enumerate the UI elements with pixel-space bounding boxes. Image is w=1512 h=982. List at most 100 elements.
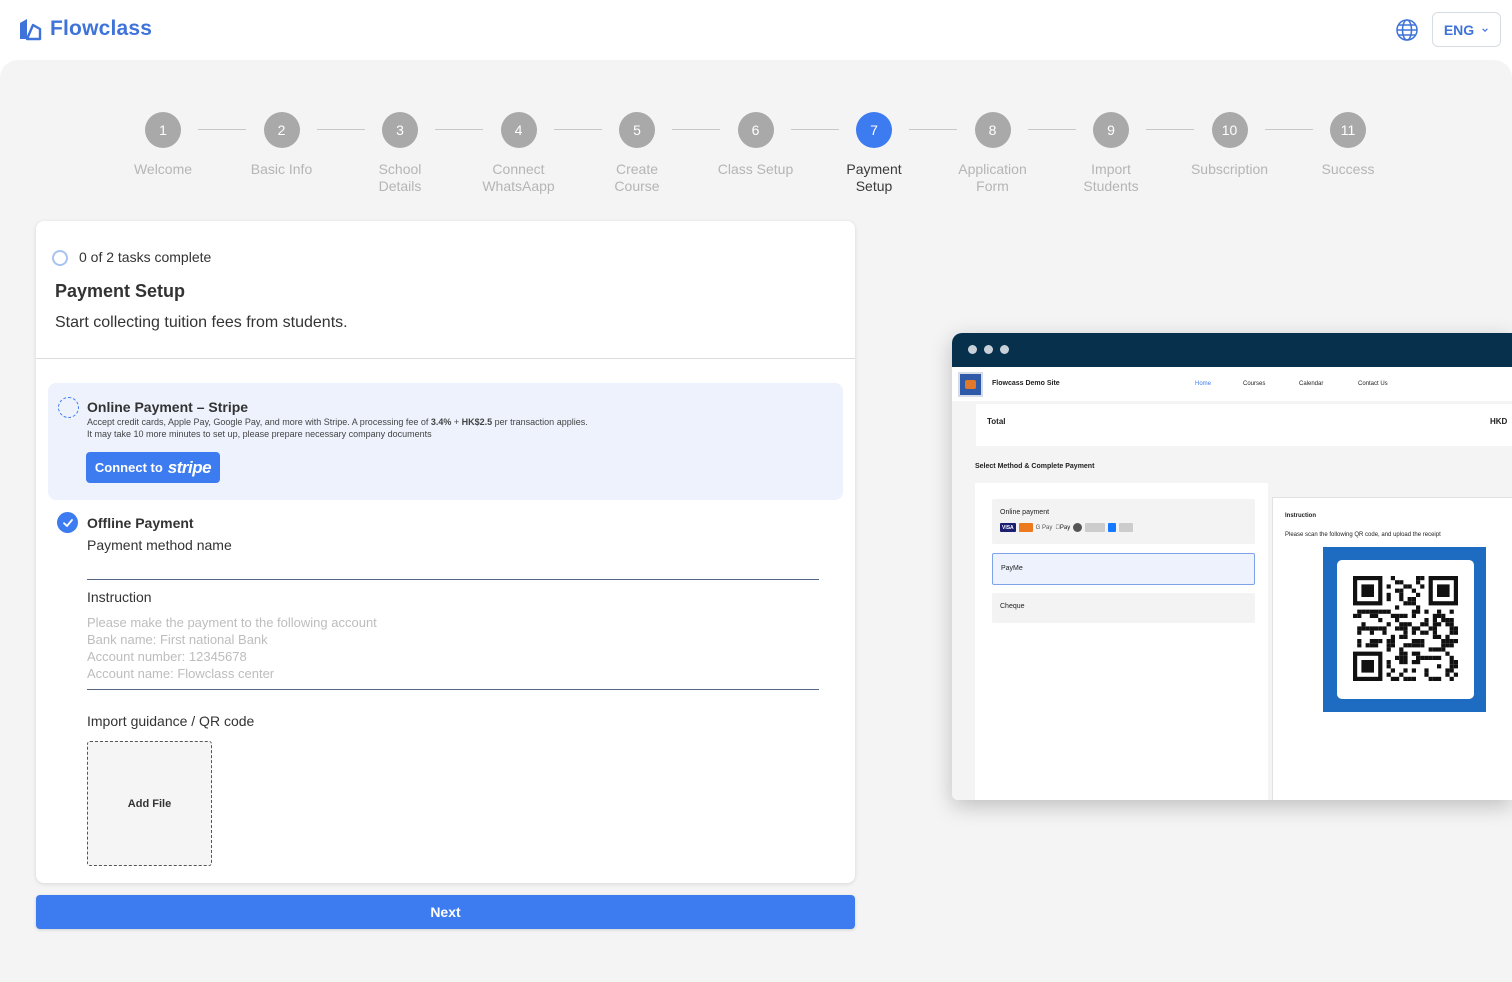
instruction-label: Instruction xyxy=(87,589,152,605)
google-pay-icon: G Pay xyxy=(1035,524,1053,531)
preview-select-method: Select Method & Complete Payment xyxy=(975,463,1095,470)
step-label: Connect WhatsAapp xyxy=(482,161,555,194)
card-subtitle: Start collecting tuition fees from stude… xyxy=(55,314,348,331)
payment-method-label: Payment method name xyxy=(87,537,232,553)
step-5[interactable]: 5 Create Course xyxy=(577,112,697,195)
preview-instruction-title: Instruction xyxy=(1285,513,1316,519)
mastercard-icon xyxy=(1018,523,1033,532)
step-11[interactable]: 11 Success xyxy=(1288,112,1408,178)
top-bar: Flowclass ENG xyxy=(0,0,1512,60)
stripe-task-note: It may take 10 more minutes to set up, p… xyxy=(87,429,432,439)
preview-window-bar xyxy=(952,333,1512,367)
connect-stripe-label: Connect to xyxy=(94,460,163,475)
preview-nav-calendar: Calendar xyxy=(1299,381,1324,387)
qr-code-card xyxy=(1337,560,1474,699)
globe-icon[interactable] xyxy=(1395,18,1419,42)
step-7[interactable]: 7 Payment Setup xyxy=(814,112,934,195)
preview-option-cheque: Cheque xyxy=(992,593,1255,623)
step-label: School Details xyxy=(378,161,422,194)
step-3[interactable]: 3 School Details xyxy=(340,112,460,195)
completed-task-icon xyxy=(57,512,78,533)
next-button[interactable]: Next xyxy=(36,895,855,929)
step-number: 9 xyxy=(1093,112,1129,148)
tasks-progress: 0 of 2 tasks complete xyxy=(79,249,212,265)
checkout-preview: Flowcass Demo Site Home Courses Calendar… xyxy=(952,333,1512,800)
step-2[interactable]: 2 Basic Info xyxy=(222,112,342,178)
step-10[interactable]: 10 Subscription xyxy=(1170,112,1290,178)
window-dot-icon xyxy=(1000,345,1009,354)
preview-option-payme: PayMe xyxy=(992,553,1255,585)
step-number: 6 xyxy=(737,112,774,148)
step-label: Create Course xyxy=(614,161,660,194)
wechat-pay-icon xyxy=(1073,523,1083,532)
payment-method-underline xyxy=(87,579,819,580)
step-number: 3 xyxy=(382,112,418,148)
onboarding-stepper: 1 Welcome 2 Basic Info 3 School Details 4 Connec… xyxy=(0,112,1512,202)
step-8[interactable]: 8 Application Form xyxy=(933,112,1053,195)
preview-nav-contact: Contact Us xyxy=(1358,381,1388,387)
step-label: Class Setup xyxy=(717,161,794,177)
preview-instruction-text: Please scan the following QR code, and u… xyxy=(1285,532,1441,538)
progress-ring-icon xyxy=(52,250,68,266)
card-title: Payment Setup xyxy=(55,281,186,301)
step-label: Application Form xyxy=(958,161,1027,194)
step-4[interactable]: 4 Connect WhatsAapp xyxy=(459,112,579,195)
visa-icon: VISA xyxy=(1000,523,1016,532)
add-file-label: Add File xyxy=(127,797,172,810)
window-dot-icon xyxy=(968,345,977,354)
offline-task-title: Offline Payment xyxy=(87,515,194,531)
qr-code-label: Import guidance / QR code xyxy=(87,713,255,729)
stripe-task[interactable]: Online Payment – Stripe Accept credit ca… xyxy=(48,383,843,500)
unionpay-icon xyxy=(1085,523,1106,532)
apple-pay-icon: Pay xyxy=(1055,524,1070,531)
preview-site-logo xyxy=(958,372,983,397)
window-dot-icon xyxy=(984,345,993,354)
stripe-logo: stripe xyxy=(167,457,212,477)
alipay-label-icon xyxy=(1119,523,1134,532)
instruction-underline xyxy=(87,689,819,690)
brand-name: Flowclass xyxy=(50,17,153,40)
step-number: 4 xyxy=(500,112,537,148)
step-label: Success xyxy=(1321,161,1375,177)
step-9[interactable]: 9 Import Students xyxy=(1051,112,1171,195)
preview-option-online: Online payment VISA G Pay Pay xyxy=(992,499,1255,544)
pending-task-icon xyxy=(58,397,79,418)
payment-logos: VISA G Pay Pay xyxy=(1000,523,1134,532)
check-icon xyxy=(62,518,73,527)
card-header: 0 of 2 tasks complete Payment Setup Star… xyxy=(36,221,855,359)
preview-nav-courses: Courses xyxy=(1243,381,1266,387)
step-1[interactable]: 1 Welcome xyxy=(103,112,223,178)
step-number: 10 xyxy=(1211,112,1248,148)
step-label: Basic Info xyxy=(250,161,313,177)
step-6[interactable]: 6 Class Setup xyxy=(696,112,816,178)
stripe-task-title: Online Payment – Stripe xyxy=(87,399,249,415)
brand-logo[interactable]: Flowclass xyxy=(18,17,152,41)
language-selector[interactable]: ENG xyxy=(1432,12,1501,47)
step-number: 8 xyxy=(974,112,1011,148)
flowclass-logo-icon xyxy=(20,19,42,41)
preview-total-label: Total xyxy=(987,417,1006,426)
step-number: 1 xyxy=(145,112,181,148)
step-number: 5 xyxy=(619,112,655,148)
step-label: Import Students xyxy=(1083,161,1139,194)
step-label: Subscription xyxy=(1190,161,1269,177)
connect-stripe-button[interactable]: Connect to stripe xyxy=(86,452,220,483)
step-number: 2 xyxy=(263,112,300,148)
instruction-textarea[interactable]: Please make the payment to the following… xyxy=(87,614,377,682)
preview-site-name: Flowcass Demo Site xyxy=(992,380,1060,387)
step-number: 11 xyxy=(1330,112,1366,148)
add-file-button[interactable]: Add File xyxy=(87,741,212,866)
preview-total-row xyxy=(976,404,1512,446)
qr-code-icon xyxy=(1353,576,1458,681)
language-label: ENG xyxy=(1443,21,1475,38)
preview-currency: HKD xyxy=(1490,417,1508,426)
step-label: Payment Setup xyxy=(846,161,902,194)
step-label: Welcome xyxy=(133,161,193,177)
payment-setup-card: 0 of 2 tasks complete Payment Setup Star… xyxy=(36,221,855,883)
payment-method-input[interactable] xyxy=(87,556,819,578)
chevron-down-icon xyxy=(1482,27,1488,32)
alipay-icon xyxy=(1108,523,1117,532)
preview-nav-home: Home xyxy=(1195,381,1212,387)
step-number: 7 xyxy=(856,112,892,148)
stripe-task-description: Accept credit cards, Apple Pay, Google P… xyxy=(87,417,588,439)
